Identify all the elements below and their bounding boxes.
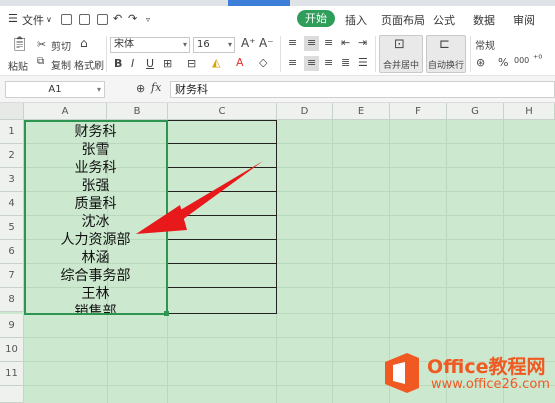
chevron-down-icon: ▾ [96, 85, 101, 94]
paste-button[interactable]: 粘贴 [8, 58, 28, 73]
watermark-title: Office教程网 [427, 356, 546, 378]
menu-hamburger-icon[interactable]: ☰ [8, 12, 18, 25]
percent-button[interactable]: % [498, 56, 508, 69]
zoom-search-icon[interactable]: ⊕ [136, 82, 145, 95]
watermark-url: www.office26.com [431, 377, 550, 392]
clear-format-icon[interactable]: ◇ [259, 56, 267, 69]
copy-button[interactable]: 复制 [51, 57, 71, 72]
ribbon-toolbar: 📋︎ 粘贴 ✂ 剪切 ⧉ 复制 ⌂ 格式刷 宋体 ▾ 16 ▾ A⁺ A⁻ B … [0, 32, 555, 76]
align-bottom-icon[interactable]: ≡ [324, 36, 333, 49]
file-menu[interactable]: 文件 [22, 12, 44, 28]
fill-color-icon[interactable]: ◭ [212, 56, 220, 69]
justify-icon[interactable]: ≣ [341, 56, 350, 69]
merge-center-label: 合并居中 [383, 61, 420, 71]
merge-cells-icon: ⊡ [394, 37, 405, 52]
ribbon-divider [280, 36, 281, 72]
increase-decimal-icon[interactable]: ⁺⁰ [533, 54, 542, 65]
chevron-down-icon: ▾ [182, 40, 187, 49]
italic-icon[interactable]: I [131, 57, 134, 70]
file-menu-chevron-icon[interactable]: ∨ [46, 15, 52, 24]
tab-home[interactable]: 开始 [297, 10, 335, 27]
tab-data[interactable]: 数据 [473, 12, 495, 28]
font-family-select[interactable]: 宋体 ▾ [110, 37, 190, 53]
office-logo-icon [385, 353, 419, 393]
wrap-text-icon: ⊏ [439, 37, 450, 52]
decrease-font-icon[interactable]: A⁻ [259, 36, 274, 50]
copy-icon[interactable]: ⧉ [37, 56, 44, 67]
ribbon-divider [470, 36, 471, 72]
ribbon-divider [375, 36, 376, 72]
paste-icon[interactable]: 📋︎ [11, 37, 29, 51]
align-center-icon[interactable]: ≡ [307, 56, 316, 69]
auto-wrap-button[interactable]: ⊏ 自动换行 [426, 35, 466, 73]
save-icon[interactable] [61, 14, 72, 25]
tab-page-layout[interactable]: 页面布局 [381, 12, 425, 28]
indent-icon[interactable]: ⇥ [358, 36, 367, 49]
fx-icon[interactable]: fx [151, 81, 161, 94]
print-icon[interactable] [79, 14, 90, 25]
font-size-select[interactable]: 16 ▾ [193, 37, 235, 53]
quick-access-chevron-icon[interactable]: ▿ [146, 15, 150, 24]
borders-icon[interactable]: ⊞ [163, 57, 172, 70]
fill-style-icon[interactable]: ⊟ [187, 57, 196, 70]
name-box[interactable]: A1 ▾ [5, 81, 105, 98]
name-box-value: A1 [48, 84, 62, 95]
print-preview-icon[interactable] [97, 14, 108, 25]
chevron-down-icon: ▾ [227, 40, 232, 49]
tab-insert[interactable]: 插入 [345, 12, 367, 28]
spreadsheet-window: ☰ 文件 ∨ ↶ ↷ ▿ 开始 插入 页面布局 公式 数据 审阅 📋︎ 粘贴 ✂… [0, 0, 555, 403]
tab-formulas[interactable]: 公式 [433, 12, 455, 28]
redo-icon[interactable]: ↷ [128, 12, 137, 25]
cut-icon[interactable]: ✂ [37, 38, 46, 51]
font-color-icon[interactable]: A [236, 56, 244, 69]
currency-icon[interactable]: ⊛ [476, 56, 485, 69]
font-size-value: 16 [197, 39, 210, 50]
number-format-select[interactable]: 常规 [475, 37, 495, 52]
cut-button[interactable]: 剪切 [51, 38, 71, 53]
align-right-icon[interactable]: ≡ [324, 56, 333, 69]
menu-bar: ☰ 文件 ∨ ↶ ↷ ▿ 开始 插入 页面布局 公式 数据 审阅 [0, 6, 555, 32]
outdent-icon[interactable]: ⇤ [341, 36, 350, 49]
format-painter-button[interactable]: 格式刷 [74, 57, 104, 72]
ribbon-divider [106, 36, 107, 72]
formula-bar: A1 ▾ ⊕ fx 财务科 [0, 76, 555, 103]
align-left-icon[interactable]: ≡ [288, 56, 297, 69]
align-middle-icon[interactable]: ≡ [307, 36, 316, 49]
bold-icon[interactable]: B [114, 57, 122, 70]
thousands-separator-button[interactable]: 000 [514, 56, 529, 65]
align-top-icon[interactable]: ≡ [288, 36, 297, 49]
undo-icon[interactable]: ↶ [113, 12, 122, 25]
distribute-icon[interactable]: ☰ [358, 56, 368, 69]
tab-review[interactable]: 审阅 [513, 12, 535, 28]
format-painter-icon[interactable]: ⌂ [80, 36, 88, 50]
font-family-value: 宋体 [114, 39, 134, 50]
auto-wrap-label: 自动换行 [428, 61, 465, 71]
increase-font-icon[interactable]: A⁺ [241, 36, 256, 50]
watermark: Office教程网 www.office26.com [385, 348, 555, 403]
merge-center-button[interactable]: ⊡ 合并居中 [379, 35, 423, 73]
formula-input[interactable]: 财务科 [170, 81, 555, 98]
underline-icon[interactable]: U [146, 57, 154, 70]
